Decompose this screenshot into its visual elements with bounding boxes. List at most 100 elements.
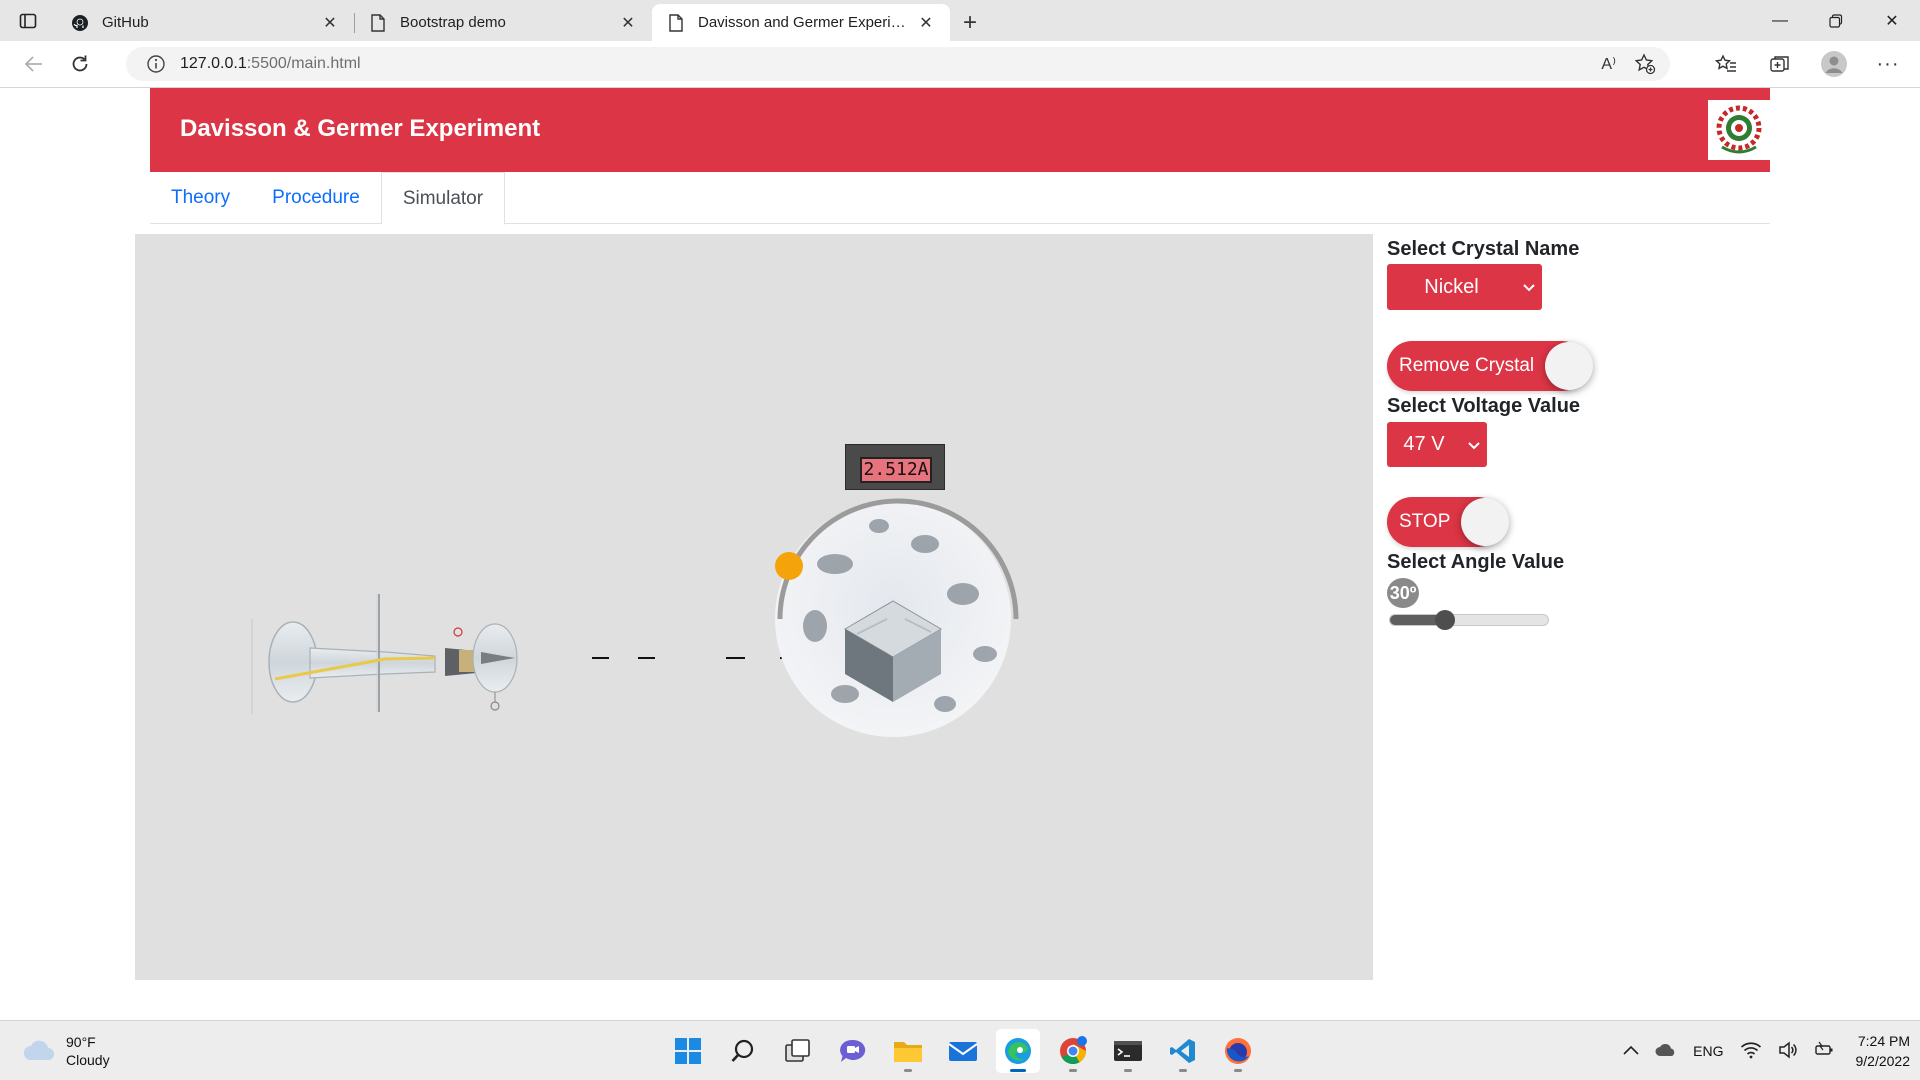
- edge-browser-icon: [1005, 1038, 1031, 1064]
- running-indicator: [1234, 1069, 1242, 1072]
- address-bar-actions: A⁾: [1601, 53, 1656, 75]
- file-explorer-button[interactable]: [886, 1029, 930, 1073]
- running-indicator: [1069, 1069, 1077, 1072]
- profile-avatar-icon: [1821, 51, 1847, 77]
- remove-crystal-toggle[interactable]: Remove Crystal: [1387, 341, 1593, 391]
- chat-icon: [840, 1039, 866, 1062]
- crystal-select-value: Nickel: [1424, 275, 1479, 298]
- weather-widget[interactable]: 90°F Cloudy: [22, 1033, 110, 1069]
- tab-actions-icon: [19, 13, 37, 28]
- system-tray: ENG 7:24 PM 9/2/2022: [1623, 1021, 1910, 1080]
- settings-more-button[interactable]: ···: [1866, 47, 1910, 81]
- chrome-icon: [1060, 1036, 1087, 1065]
- search-button[interactable]: [721, 1029, 765, 1073]
- refresh-icon: [72, 55, 88, 72]
- crystal-chamber: [775, 498, 1019, 737]
- simulator-drawing: [251, 498, 1019, 737]
- favorites-button[interactable]: [1704, 47, 1748, 81]
- url-host: 127.0.0.1: [180, 55, 247, 72]
- collections-icon: [1770, 56, 1789, 72]
- chrome-button[interactable]: [1051, 1029, 1095, 1073]
- chevron-up-icon[interactable]: [1623, 1042, 1639, 1060]
- voltage-select-value: 47 V: [1403, 433, 1445, 455]
- crystal-select[interactable]: Nickel: [1387, 264, 1542, 310]
- teams-chat-button[interactable]: [831, 1029, 875, 1073]
- firefox-button[interactable]: [1216, 1029, 1260, 1073]
- institute-logo: [1708, 100, 1770, 160]
- browser-toolbar: 127.0.0.1:5500/main.html A⁾ ···: [0, 41, 1920, 88]
- profile-button[interactable]: [1812, 47, 1856, 81]
- angle-slider-track[interactable]: [1389, 614, 1549, 626]
- page-title: Davisson & Germer Experiment: [180, 115, 541, 142]
- window-controls: — ✕: [1752, 0, 1920, 41]
- angle-select-label: Select Angle Value: [1387, 551, 1565, 573]
- windows-logo-icon: [675, 1038, 701, 1064]
- ammeter-reading: 2.512A: [860, 457, 932, 483]
- toggle-knob: [1545, 342, 1593, 390]
- onedrive-cloud-icon[interactable]: [1655, 1042, 1677, 1061]
- running-indicator: [1010, 1069, 1026, 1072]
- weather-temperature: 90°F: [66, 1034, 96, 1050]
- new-tab-button[interactable]: +: [950, 4, 990, 41]
- stop-label: STOP: [1399, 511, 1451, 532]
- clock-date: 9/2/2022: [1855, 1053, 1911, 1069]
- browser-tab-bootstrap[interactable]: Bootstrap demo ✕: [354, 4, 652, 41]
- start-button[interactable]: [666, 1029, 710, 1073]
- site-info-icon[interactable]: [146, 54, 166, 74]
- vscode-button[interactable]: [1161, 1029, 1205, 1073]
- tab-title: GitHub: [102, 14, 149, 31]
- angle-value-bubble: 30º: [1387, 578, 1419, 608]
- browser-tab-github[interactable]: GitHub ✕: [56, 4, 354, 41]
- language-indicator[interactable]: ENG: [1693, 1043, 1723, 1059]
- collections-button[interactable]: [1758, 47, 1802, 81]
- clock-time: 7:24 PM: [1857, 1033, 1910, 1049]
- tab-procedure[interactable]: Procedure: [251, 172, 381, 224]
- page-icon: [666, 13, 686, 33]
- folder-icon: [894, 1042, 922, 1062]
- electron-gun: [251, 594, 518, 714]
- terminal-button[interactable]: [1106, 1029, 1150, 1073]
- remove-crystal-label: Remove Crystal: [1399, 355, 1535, 376]
- taskbar-apps: [666, 1029, 1260, 1073]
- read-aloud-icon[interactable]: A⁾: [1601, 54, 1616, 74]
- mail-button[interactable]: [941, 1029, 985, 1073]
- wifi-icon[interactable]: [1740, 1041, 1762, 1062]
- edge-button[interactable]: [996, 1029, 1040, 1073]
- minimize-icon[interactable]: —: [1752, 0, 1808, 41]
- back-button[interactable]: [12, 46, 56, 82]
- github-icon: [70, 13, 90, 33]
- page-icon: [368, 13, 388, 33]
- simulator-canvas: 2.512A: [135, 234, 1373, 980]
- add-favorite-icon[interactable]: [1634, 53, 1656, 75]
- close-tab-icon[interactable]: ✕: [320, 13, 340, 33]
- tab-theory[interactable]: Theory: [150, 172, 251, 224]
- tab-simulator[interactable]: Simulator: [380, 172, 506, 225]
- weather-condition: Cloudy: [66, 1052, 110, 1068]
- page-nav-tabs: Theory Procedure Simulator: [150, 172, 1770, 225]
- task-view-button[interactable]: [776, 1029, 820, 1073]
- refresh-button[interactable]: [58, 46, 102, 82]
- task-view-icon: [785, 1039, 810, 1062]
- tab-actions-button[interactable]: [0, 0, 56, 41]
- back-arrow-icon: [24, 56, 42, 72]
- windows-taskbar: 90°F Cloudy ENG 7:24 PM 9/2/2022: [0, 1020, 1920, 1080]
- angle-slider-thumb[interactable]: [1435, 610, 1455, 630]
- search-icon: [731, 1039, 754, 1062]
- crystal-select-label: Select Crystal Name: [1387, 238, 1580, 260]
- browser-tab-davisson[interactable]: Davisson and Germer Experiment ✕: [652, 4, 950, 41]
- favorites-icon: [1715, 54, 1736, 72]
- battery-icon[interactable]: [1814, 1041, 1834, 1062]
- volume-icon[interactable]: [1778, 1040, 1798, 1062]
- mail-icon: [948, 1042, 978, 1061]
- voltage-select[interactable]: 47 V: [1387, 422, 1487, 467]
- close-tab-icon[interactable]: ✕: [916, 13, 936, 33]
- restore-icon[interactable]: [1808, 0, 1864, 41]
- close-tab-icon[interactable]: ✕: [618, 13, 638, 33]
- tab-title: Davisson and Germer Experiment: [698, 14, 916, 31]
- cloud-icon: [24, 1040, 54, 1060]
- system-clock[interactable]: 7:24 PM 9/2/2022: [1856, 1031, 1911, 1071]
- close-window-icon[interactable]: ✕: [1864, 0, 1920, 41]
- ammeter: 2.512A: [845, 444, 945, 490]
- start-stop-toggle[interactable]: STOP: [1387, 497, 1509, 547]
- address-bar[interactable]: 127.0.0.1:5500/main.html A⁾: [126, 47, 1670, 81]
